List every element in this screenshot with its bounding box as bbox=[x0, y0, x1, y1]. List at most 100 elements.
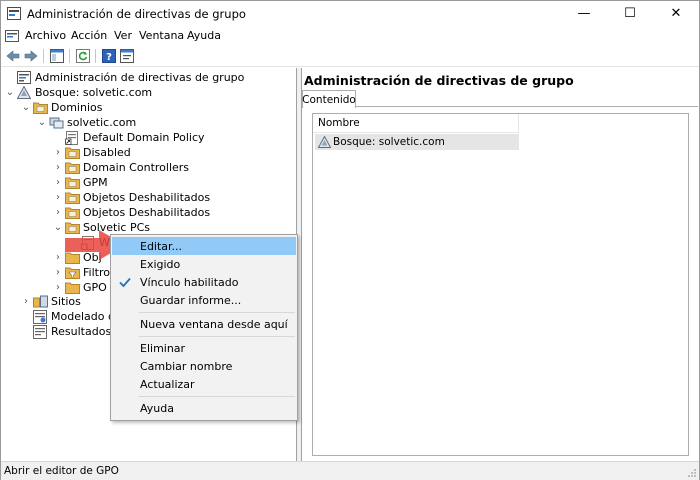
ctx-actualizar[interactable]: Actualizar bbox=[112, 375, 296, 393]
forest-icon bbox=[317, 135, 331, 149]
tree-item-default-domain-policy[interactable]: Default Domain Policy bbox=[64, 130, 205, 145]
tree-label: Bosque: solvetic.com bbox=[35, 86, 153, 99]
properties-icon bbox=[120, 49, 134, 63]
tree-item-sitios[interactable]: › Sitios bbox=[20, 294, 81, 309]
minimize-icon: — bbox=[577, 6, 591, 21]
tree-item-domains[interactable]: ⌄ Dominios bbox=[20, 100, 102, 115]
details-title: Administración de directivas de grupo bbox=[304, 73, 574, 88]
tree-label: Objetos Deshabilitados bbox=[83, 191, 211, 204]
ou-folder-icon bbox=[64, 190, 80, 205]
toolbar-separator bbox=[69, 49, 70, 63]
list-item-label: Bosque: solvetic.com bbox=[333, 136, 445, 148]
gpmc-root-icon bbox=[16, 70, 32, 85]
menu-bar: Archivo Acción Ver Ventana Ayuda bbox=[1, 26, 699, 46]
tree-item-forest[interactable]: ⌄ Bosque: solvetic.com bbox=[4, 85, 152, 100]
tree-item-root[interactable]: Administración de directivas de grupo bbox=[4, 70, 244, 85]
ctx-cambiar-nombre[interactable]: Cambiar nombre bbox=[112, 357, 296, 375]
menu-ayuda[interactable]: Ayuda bbox=[187, 29, 221, 42]
checkmark-icon bbox=[119, 277, 131, 288]
toolbar-separator bbox=[43, 49, 44, 63]
status-text: Abrir el editor de GPO bbox=[4, 465, 119, 477]
help-button[interactable]: ? bbox=[101, 48, 117, 64]
chevron-right-icon[interactable]: › bbox=[20, 294, 32, 309]
tree-label: Sitios bbox=[51, 295, 81, 308]
chevron-right-icon[interactable]: › bbox=[52, 145, 64, 160]
refresh-icon bbox=[76, 49, 90, 63]
menu-archivo[interactable]: Archivo bbox=[25, 29, 66, 42]
tree-label: Disabled bbox=[83, 146, 131, 159]
ctx-editar[interactable]: Editar... bbox=[112, 237, 296, 255]
tree-item-domain-controllers[interactable]: › Domain Controllers bbox=[52, 160, 189, 175]
toolbar: ? bbox=[1, 46, 699, 67]
chevron-down-icon[interactable]: ⌄ bbox=[36, 115, 48, 130]
ctx-nueva-ventana[interactable]: Nueva ventana desde aquí bbox=[112, 315, 296, 333]
status-bar: Abrir el editor de GPO bbox=[1, 461, 699, 480]
properties-button[interactable] bbox=[119, 48, 135, 64]
chevron-right-icon[interactable]: › bbox=[52, 175, 64, 190]
ctx-ayuda[interactable]: Ayuda bbox=[112, 399, 296, 417]
tree-item-gpo-starter[interactable]: › GPO d bbox=[52, 280, 117, 295]
tree-item-domain[interactable]: ⌄ solvetic.com bbox=[36, 115, 136, 130]
menu-separator bbox=[139, 312, 295, 313]
contents-list: Nombre Bosque: solvetic.com bbox=[312, 113, 689, 456]
tree-label: Default Domain Policy bbox=[83, 131, 205, 144]
tree-label: Administración de directivas de grupo bbox=[35, 71, 245, 84]
tree-item-filtros[interactable]: › Filtros bbox=[52, 265, 116, 280]
chevron-right-icon[interactable]: › bbox=[52, 280, 64, 295]
menu-accion[interactable]: Acción bbox=[71, 29, 107, 42]
menu-ver[interactable]: Ver bbox=[114, 29, 132, 42]
wmi-filter-folder-icon bbox=[64, 265, 80, 280]
tree-item-resultados[interactable]: Resultados d bbox=[32, 324, 122, 339]
tree-item-objetos-deshabilitados[interactable]: › Objetos Deshabilitados bbox=[52, 190, 210, 205]
help-icon: ? bbox=[102, 49, 116, 63]
maximize-icon: ☐ bbox=[624, 6, 636, 21]
tree-item-disabled[interactable]: › Disabled bbox=[52, 145, 131, 160]
refresh-button[interactable] bbox=[75, 48, 91, 64]
window-title: Administración de directivas de grupo bbox=[27, 7, 246, 21]
maximize-button[interactable]: ☐ bbox=[607, 1, 653, 26]
tree-label: solvetic.com bbox=[67, 116, 137, 129]
chevron-right-icon[interactable]: › bbox=[52, 265, 64, 280]
tree-label: Domain Controllers bbox=[83, 161, 190, 174]
forward-button[interactable] bbox=[23, 48, 39, 64]
domains-folder-icon bbox=[32, 100, 48, 115]
show-hide-tree-button[interactable] bbox=[49, 48, 65, 64]
tree-item-modelado[interactable]: Modelado de bbox=[32, 309, 122, 324]
tab-contenido[interactable]: Contenido bbox=[302, 90, 356, 108]
ou-folder-icon bbox=[64, 175, 80, 190]
ou-folder-icon bbox=[64, 205, 80, 220]
tree-label: Dominios bbox=[51, 101, 103, 114]
ctx-eliminar[interactable]: Eliminar bbox=[112, 339, 296, 357]
chevron-right-icon[interactable]: › bbox=[52, 160, 64, 175]
column-header-nombre[interactable]: Nombre bbox=[313, 114, 519, 133]
gpo-link-icon bbox=[64, 130, 80, 145]
chevron-right-icon[interactable]: › bbox=[52, 190, 64, 205]
context-menu: Editar... Exigido Vínculo habilitado Gua… bbox=[110, 234, 298, 421]
ou-folder-icon bbox=[64, 160, 80, 175]
chevron-right-icon[interactable]: › bbox=[52, 205, 64, 220]
ctx-vinculo-habilitado[interactable]: Vínculo habilitado bbox=[112, 273, 296, 291]
ctx-guardar-informe[interactable]: Guardar informe... bbox=[112, 291, 296, 309]
chevron-down-icon[interactable]: ⌄ bbox=[20, 100, 32, 115]
results-icon bbox=[32, 324, 48, 339]
tree-label: Objetos Deshabilitados bbox=[83, 206, 211, 219]
tree-item-objetos-deshabilitados-2[interactable]: › Objetos Deshabilitados bbox=[52, 205, 210, 220]
back-button[interactable] bbox=[5, 48, 21, 64]
details-pane: Administración de directivas de grupo Co… bbox=[301, 68, 699, 461]
tree-item-gpm[interactable]: › GPM bbox=[52, 175, 108, 190]
menu-separator bbox=[139, 396, 295, 397]
back-arrow-icon bbox=[6, 50, 20, 62]
menu-ventana[interactable]: Ventana bbox=[139, 29, 184, 42]
ctx-label: Vínculo habilitado bbox=[140, 275, 239, 289]
menu-separator bbox=[139, 336, 295, 337]
list-item[interactable]: Bosque: solvetic.com bbox=[315, 134, 519, 150]
close-button[interactable]: ✕ bbox=[653, 1, 699, 26]
resize-grip-icon[interactable] bbox=[687, 468, 697, 478]
ctx-exigido[interactable]: Exigido bbox=[112, 255, 296, 273]
system-menu-icon[interactable] bbox=[5, 29, 19, 43]
minimize-button[interactable]: — bbox=[561, 1, 607, 26]
gpmc-window: Administración de directivas de grupo — … bbox=[0, 0, 700, 480]
chevron-down-icon[interactable]: ⌄ bbox=[4, 85, 16, 100]
gpmc-app-icon bbox=[7, 7, 21, 20]
